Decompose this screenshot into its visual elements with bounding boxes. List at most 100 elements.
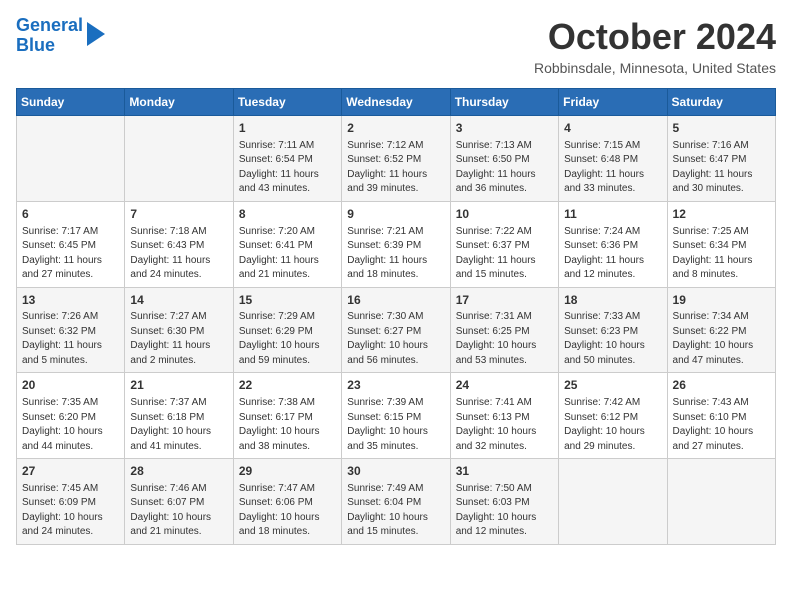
calendar-cell: 16Sunrise: 7:30 AMSunset: 6:27 PMDayligh… [342,287,450,373]
calendar-cell: 28Sunrise: 7:46 AMSunset: 6:07 PMDayligh… [125,459,233,545]
calendar-cell: 8Sunrise: 7:20 AMSunset: 6:41 PMDaylight… [233,201,341,287]
calendar-cell [125,116,233,202]
calendar-cell [667,459,775,545]
day-info: Sunrise: 7:16 AMSunset: 6:47 PMDaylight:… [673,139,770,197]
day-info: Sunrise: 7:15 AMSunset: 6:48 PMDaylight:… [564,139,661,197]
day-number: 30 [347,463,444,480]
calendar-cell: 30 Sunrise: 7:49 AMSunset: 6:04 PMDayligh… [342,459,450,545]
day-info: Sunrise: 7:42 AMSunset: 6:12 PMDaylight:… [564,396,661,454]
day-number: 21 [130,377,227,394]
day-info: Sunrise: 7:31 AMSunset: 6:25 PMDaylight:… [456,310,553,368]
calendar-cell: 19Sunrise: 7:34 AMSunset: 6:22 PMDayligh… [667,287,775,373]
logo-arrow-icon [87,22,105,46]
day-number: 13 [22,292,119,309]
calendar-cell: 17Sunrise: 7:31 AMSunset: 6:25 PMDayligh… [450,287,558,373]
day-number: 8 [239,206,336,223]
day-info: Sunrise: 7:39 AMSunset: 6:15 PMDaylight:… [347,396,444,454]
day-number: 15 [239,292,336,309]
calendar-week-row: 1Sunrise: 7:11 AMSunset: 6:54 PMDaylight… [17,116,776,202]
day-info: Sunrise: 7:49 AMSunset: 6:04 PMDaylight:… [347,482,444,540]
title-block: October 2024 Robbinsdale, Minnesota, Uni… [534,16,776,76]
calendar-cell: 3Sunrise: 7:13 AMSunset: 6:50 PMDaylight… [450,116,558,202]
calendar-cell: 14Sunrise: 7:27 AMSunset: 6:30 PMDayligh… [125,287,233,373]
calendar-cell: 21Sunrise: 7:37 AMSunset: 6:18 PMDayligh… [125,373,233,459]
day-number: 14 [130,292,227,309]
day-number: 28 [130,463,227,480]
day-number: 2 [347,120,444,137]
day-info: Sunrise: 7:45 AMSunset: 6:09 PMDaylight:… [22,482,119,540]
day-info: Sunrise: 7:47 AMSunset: 6:06 PMDaylight:… [239,482,336,540]
day-number: 31 [456,463,553,480]
calendar-header: SundayMondayTuesdayWednesdayThursdayFrid… [17,89,776,116]
weekday-header: Monday [125,89,233,116]
day-info: Sunrise: 7:13 AMSunset: 6:50 PMDaylight:… [456,139,553,197]
calendar-week-row: 13Sunrise: 7:26 AMSunset: 6:32 PMDayligh… [17,287,776,373]
calendar-cell: 20Sunrise: 7:35 AMSunset: 6:20 PMDayligh… [17,373,125,459]
calendar-cell: 15Sunrise: 7:29 AMSunset: 6:29 PMDayligh… [233,287,341,373]
calendar-cell: 31 Sunrise: 7:50 AMSunset: 6:03 PMDayligh… [450,459,558,545]
day-number: 9 [347,206,444,223]
calendar-cell: 26 Sunrise: 7:43 AMSunset: 6:10 PMDayligh… [667,373,775,459]
logo-blue: Blue [16,35,55,55]
day-number: 27 [22,463,119,480]
day-number: 1 [239,120,336,137]
weekday-header: Friday [559,89,667,116]
calendar-cell: 23 Sunrise: 7:39 AMSunset: 6:15 PMDayligh… [342,373,450,459]
logo-general: General [16,15,83,35]
calendar-cell: 5Sunrise: 7:16 AMSunset: 6:47 PMDaylight… [667,116,775,202]
calendar-cell: 10 Sunrise: 7:22 AMSunset: 6:37 PMDayligh… [450,201,558,287]
calendar-cell [559,459,667,545]
day-info: Sunrise: 7:26 AMSunset: 6:32 PMDaylight:… [22,310,119,368]
day-number: 22 [239,377,336,394]
day-number: 26 [673,377,770,394]
logo: General Blue [16,16,105,56]
day-info: Sunrise: 7:50 AMSunset: 6:03 PMDaylight:… [456,482,553,540]
day-number: 18 [564,292,661,309]
day-info: Sunrise: 7:27 AMSunset: 6:30 PMDaylight:… [130,310,227,368]
calendar-cell: 24Sunrise: 7:41 AMSunset: 6:13 PMDayligh… [450,373,558,459]
calendar-cell: 4 Sunrise: 7:15 AMSunset: 6:48 PMDaylight… [559,116,667,202]
day-number: 4 [564,120,661,137]
logo-text: General Blue [16,16,83,56]
location-text: Robbinsdale, Minnesota, United States [534,60,776,76]
day-info: Sunrise: 7:21 AMSunset: 6:39 PMDaylight:… [347,225,444,283]
day-info: Sunrise: 7:41 AMSunset: 6:13 PMDaylight:… [456,396,553,454]
day-info: Sunrise: 7:38 AMSunset: 6:17 PMDaylight:… [239,396,336,454]
day-number: 19 [673,292,770,309]
calendar-cell: 1Sunrise: 7:11 AMSunset: 6:54 PMDaylight… [233,116,341,202]
day-info: Sunrise: 7:22 AMSunset: 6:37 PMDaylight:… [456,225,553,283]
calendar-cell: 6 Sunrise: 7:17 AMSunset: 6:45 PMDaylight… [17,201,125,287]
day-info: Sunrise: 7:18 AMSunset: 6:43 PMDaylight:… [130,225,227,283]
day-info: Sunrise: 7:34 AMSunset: 6:22 PMDaylight:… [673,310,770,368]
day-info: Sunrise: 7:29 AMSunset: 6:29 PMDaylight:… [239,310,336,368]
day-info: Sunrise: 7:17 AMSunset: 6:45 PMDaylight:… [22,225,119,283]
day-number: 20 [22,377,119,394]
weekday-header: Wednesday [342,89,450,116]
weekday-row: SundayMondayTuesdayWednesdayThursdayFrid… [17,89,776,116]
day-number: 29 [239,463,336,480]
calendar-cell: 11Sunrise: 7:24 AMSunset: 6:36 PMDayligh… [559,201,667,287]
page-header: General Blue October 2024 Robbinsdale, M… [16,16,776,76]
calendar-week-row: 27 Sunrise: 7:45 AMSunset: 6:09 PMDayligh… [17,459,776,545]
calendar-body: 1Sunrise: 7:11 AMSunset: 6:54 PMDaylight… [17,116,776,545]
weekday-header: Saturday [667,89,775,116]
calendar-cell: 27 Sunrise: 7:45 AMSunset: 6:09 PMDayligh… [17,459,125,545]
calendar-cell: 29 Sunrise: 7:47 AMSunset: 6:06 PMDayligh… [233,459,341,545]
day-info: Sunrise: 7:24 AMSunset: 6:36 PMDaylight:… [564,225,661,283]
calendar-table: SundayMondayTuesdayWednesdayThursdayFrid… [16,88,776,545]
calendar-cell: 2 Sunrise: 7:12 AMSunset: 6:52 PMDaylight… [342,116,450,202]
calendar-cell: 13Sunrise: 7:26 AMSunset: 6:32 PMDayligh… [17,287,125,373]
day-info: Sunrise: 7:30 AMSunset: 6:27 PMDaylight:… [347,310,444,368]
weekday-header: Tuesday [233,89,341,116]
day-info: Sunrise: 7:43 AMSunset: 6:10 PMDaylight:… [673,396,770,454]
calendar-week-row: 20Sunrise: 7:35 AMSunset: 6:20 PMDayligh… [17,373,776,459]
day-info: Sunrise: 7:12 AMSunset: 6:52 PMDaylight:… [347,139,444,197]
calendar-cell: 12Sunrise: 7:25 AMSunset: 6:34 PMDayligh… [667,201,775,287]
day-number: 7 [130,206,227,223]
day-number: 23 [347,377,444,394]
calendar-cell: 7 Sunrise: 7:18 AMSunset: 6:43 PMDaylight… [125,201,233,287]
calendar-week-row: 6 Sunrise: 7:17 AMSunset: 6:45 PMDaylight… [17,201,776,287]
day-number: 6 [22,206,119,223]
weekday-header: Sunday [17,89,125,116]
day-number: 10 [456,206,553,223]
